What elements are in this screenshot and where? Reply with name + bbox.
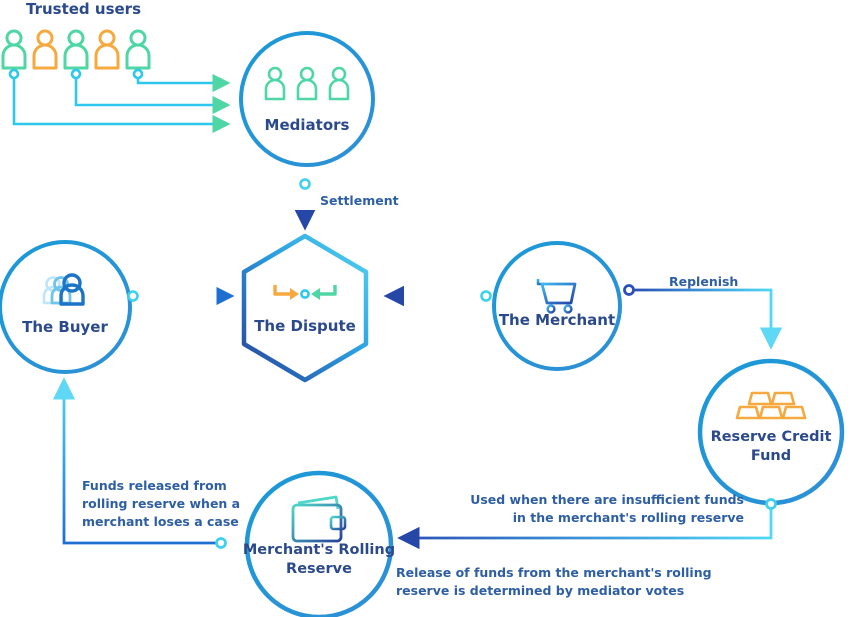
- node-dispute-label: The Dispute: [254, 317, 356, 335]
- trusted-user-3: [63, 29, 89, 70]
- node-reserve-credit-fund-label-line1: Reserve Credit: [711, 429, 832, 445]
- edge-fund-label-line2: in the merchant's rolling reserve: [513, 510, 744, 525]
- node-merchant-label: The Merchant: [499, 311, 615, 329]
- edge-merchant-fund: [623, 284, 783, 350]
- node-merchant[interactable]: The Merchant: [492, 241, 622, 371]
- edge-rolling-reserve-buyer-label-line2: rolling reserve when a: [82, 496, 240, 511]
- trusted-users-heading: Trusted users: [26, 0, 141, 18]
- node-rolling-reserve-label-line1: Merchant's Rolling: [243, 542, 395, 558]
- diagram-canvas: Trusted users Mediators Settlement The D…: [0, 0, 861, 617]
- edge-user1-mediators: [8, 68, 231, 134]
- mediator-votes-note-line1: Release of funds from the merchant's rol…: [396, 565, 712, 580]
- trusted-user-5: [125, 29, 151, 70]
- edge-rolling-reserve-buyer-label-line3: merchant loses a case: [82, 514, 239, 529]
- node-reserve-credit-fund[interactable]: Reserve Credit Fund: [697, 358, 845, 506]
- mediator-votes-note-line2: reserve is determined by mediator votes: [396, 583, 684, 598]
- edge-fund-label-line1: Used when there are insufficient funds: [470, 492, 744, 507]
- edge-user3-mediators: [70, 68, 231, 115]
- edge-buyer-dispute: [127, 286, 235, 306]
- node-buyer-label: The Buyer: [22, 318, 108, 336]
- edge-rolling-reserve-buyer-label-line1: Funds released from: [82, 478, 227, 493]
- trusted-user-4: [94, 29, 120, 70]
- node-reserve-credit-fund-label-line2: Fund: [751, 448, 791, 464]
- node-mediators[interactable]: Mediators: [239, 31, 375, 167]
- edge-user5-mediators: [132, 68, 231, 93]
- edge-settlement-label: Settlement: [320, 193, 399, 208]
- edge-replenish-label: Replenish: [669, 274, 738, 289]
- trusted-user-2: [32, 29, 58, 70]
- node-buyer[interactable]: The Buyer: [0, 240, 132, 374]
- node-dispute[interactable]: The Dispute: [241, 233, 369, 383]
- node-merchants-rolling-reserve[interactable]: Merchant's Rolling Reserve: [243, 470, 395, 617]
- trusted-user-1: [1, 29, 27, 70]
- node-rolling-reserve-label-line2: Reserve: [286, 561, 352, 577]
- edge-merchant-dispute: [383, 285, 492, 307]
- node-mediators-label: Mediators: [265, 116, 350, 134]
- edge-mediators-dispute: [294, 178, 316, 231]
